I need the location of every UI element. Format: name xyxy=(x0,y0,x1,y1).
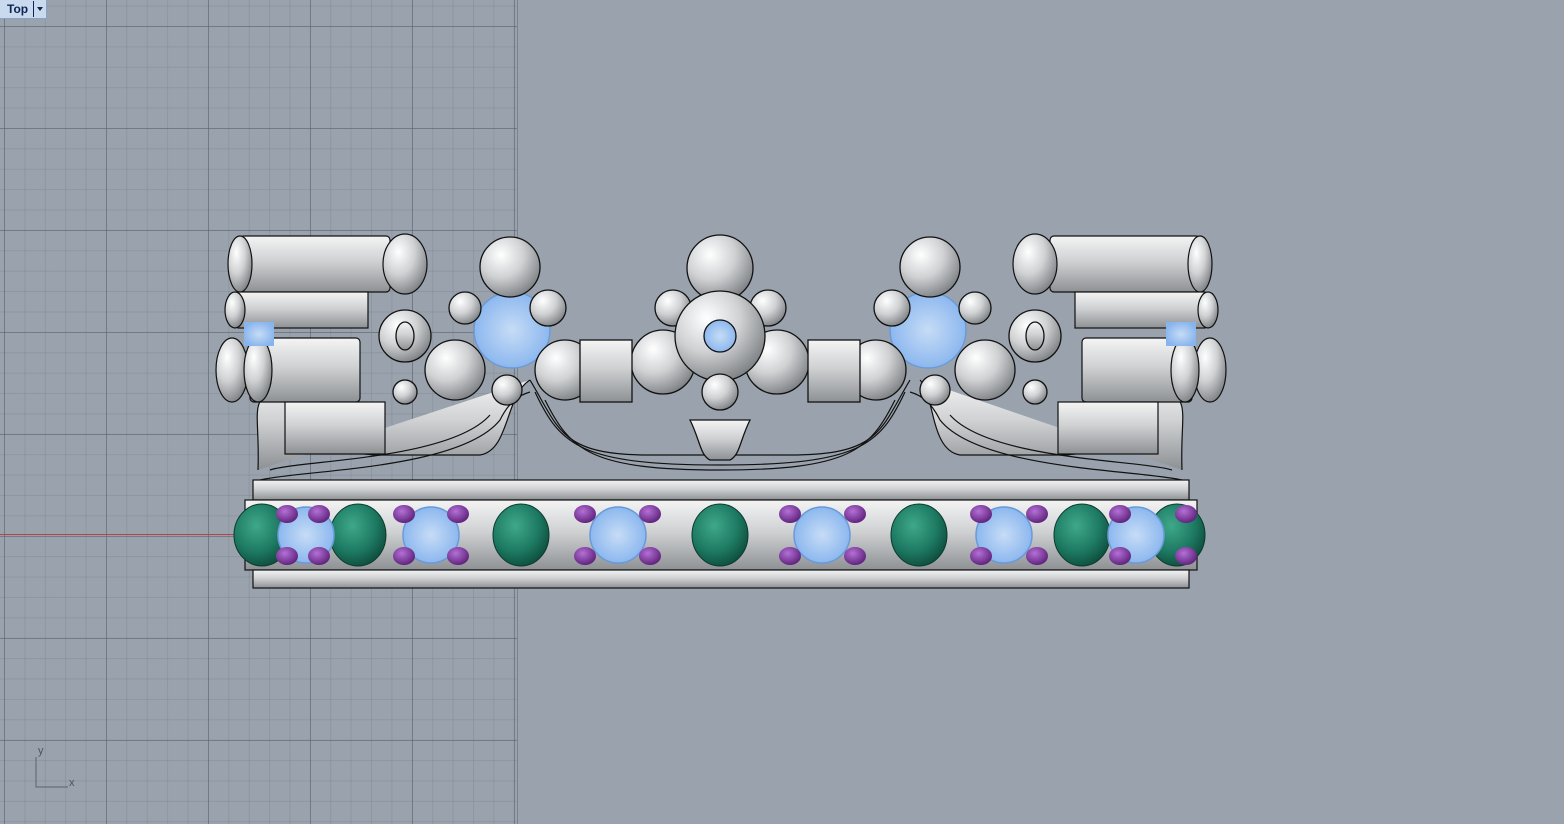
amethyst-prong xyxy=(447,547,469,565)
amethyst-prong xyxy=(779,505,801,523)
crown-model[interactable] xyxy=(0,0,1564,824)
sapphire-stone xyxy=(589,506,647,564)
amethyst-prong xyxy=(276,505,298,523)
amethyst-prong xyxy=(779,547,801,565)
axes-icon: y x xyxy=(30,745,80,795)
amethyst-prong xyxy=(1026,547,1048,565)
amethyst-prong xyxy=(1026,505,1048,523)
amethyst-prong xyxy=(574,547,596,565)
amethyst-prong xyxy=(970,505,992,523)
viewport-title[interactable]: Top xyxy=(0,2,33,16)
sapphire-stone xyxy=(793,506,851,564)
dropdown-arrow-icon[interactable] xyxy=(33,1,46,17)
top-viewport[interactable]: Top y x xyxy=(0,0,1564,824)
emerald-stone xyxy=(1053,503,1111,567)
emerald-stone xyxy=(329,503,387,567)
emerald-stone xyxy=(691,503,749,567)
amethyst-prong xyxy=(1175,505,1197,523)
emerald-stone xyxy=(492,503,550,567)
amethyst-prong xyxy=(393,505,415,523)
amethyst-prong xyxy=(276,547,298,565)
amethyst-prong xyxy=(639,505,661,523)
amethyst-prong xyxy=(1109,505,1131,523)
x-axis-label: x xyxy=(69,777,75,789)
amethyst-prong xyxy=(447,505,469,523)
y-axis-label: y xyxy=(38,745,44,757)
amethyst-prong xyxy=(970,547,992,565)
amethyst-prong xyxy=(844,547,866,565)
amethyst-prong xyxy=(1109,547,1131,565)
emerald-stone xyxy=(890,503,948,567)
amethyst-prong xyxy=(1175,547,1197,565)
amethyst-prong xyxy=(393,547,415,565)
amethyst-prong xyxy=(308,547,330,565)
amethyst-prong xyxy=(639,547,661,565)
amethyst-prong xyxy=(844,505,866,523)
viewport-tab[interactable]: Top xyxy=(0,0,48,19)
center-fleur xyxy=(630,234,810,461)
amethyst-prong xyxy=(574,505,596,523)
amethyst-prong xyxy=(308,505,330,523)
